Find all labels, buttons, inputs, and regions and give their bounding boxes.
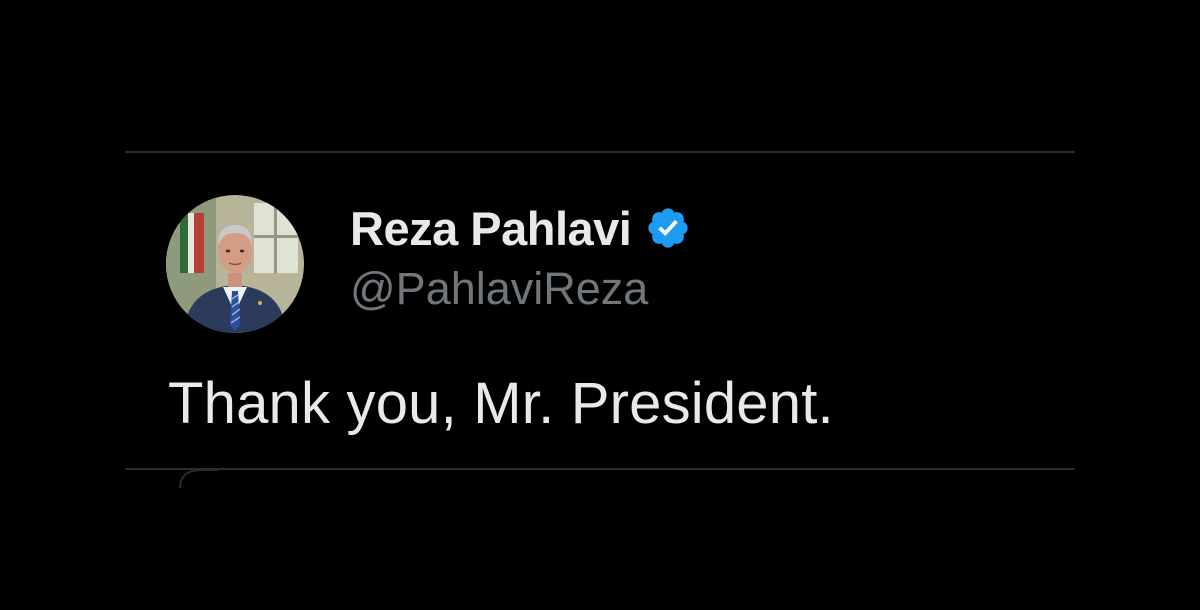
author-name-row: Reza Pahlavi [350,196,691,260]
reply-thread-curve [179,469,218,488]
avatar[interactable] [166,195,304,333]
avatar-photo [166,195,304,333]
verified-badge-icon[interactable] [645,205,691,251]
tweet-card: Reza Pahlavi @PahlaviReza Thank you, Mr.… [0,0,1200,610]
tweet-text: Thank you, Mr. President. [168,371,834,436]
display-name[interactable]: Reza Pahlavi [350,201,632,256]
author-handle[interactable]: @PahlaviReza [350,263,648,315]
bottom-divider [125,468,1075,470]
